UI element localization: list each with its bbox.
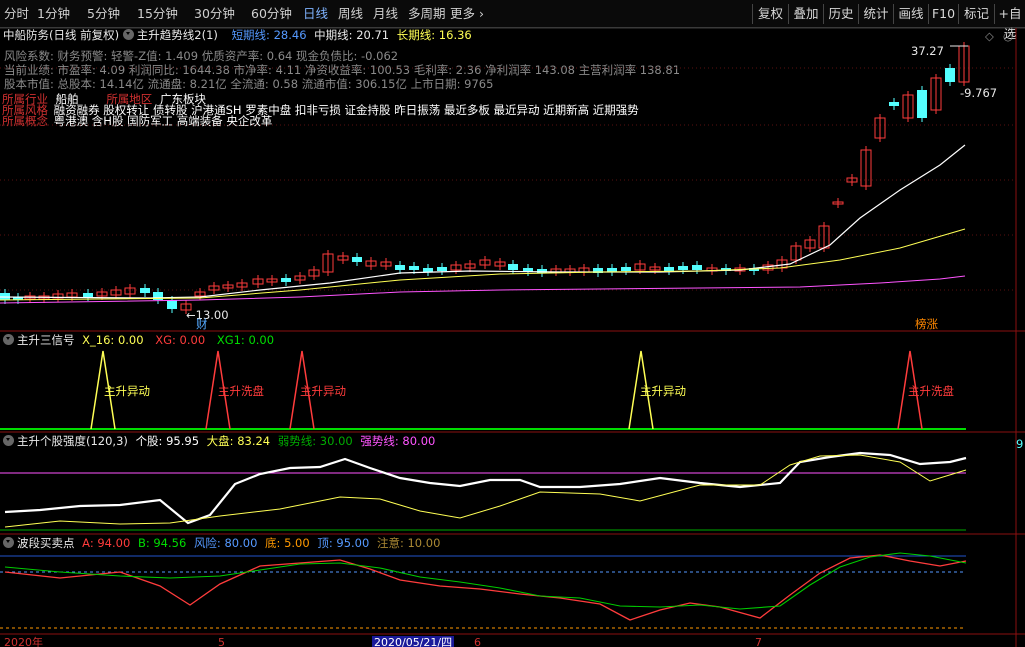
candle-body-20	[281, 278, 291, 282]
candle-body-47	[664, 267, 674, 271]
market-strength-line	[4, 454, 967, 528]
signal-label-3: 主升异动	[300, 384, 346, 398]
edge-value: 9	[1016, 437, 1024, 451]
candle-body-63	[889, 102, 899, 106]
wave-bottom-value: 底: 5.00	[265, 536, 310, 550]
x16-value: X_16: 0.00	[82, 333, 144, 347]
candle-body-31	[437, 267, 447, 271]
candle-body-67	[945, 68, 955, 82]
stock-strength-line	[4, 451, 967, 525]
wave-risk-value: 风险: 80.00	[193, 536, 258, 550]
wave-menu-icon[interactable]	[3, 537, 14, 548]
xg-value: XG: 0.00	[155, 333, 206, 347]
cursor-date-label: 2020/05/21/四	[372, 636, 455, 647]
candle-body-29	[409, 266, 419, 270]
candle-body-25	[352, 257, 362, 262]
high-price-label: 37.27	[911, 44, 944, 58]
signal-label-5: 主升洗盘	[908, 384, 954, 398]
weak-line: 弱势线: 30.00	[277, 434, 353, 448]
time-label-6: 6	[474, 636, 481, 647]
pct-label: -9.767	[960, 86, 998, 100]
signal-label-2: 主升洗盘	[218, 384, 264, 398]
strong-line: 强势线: 80.00	[360, 434, 436, 448]
rank-badge[interactable]: 榜涨	[915, 318, 938, 331]
candle-body-48	[678, 266, 688, 270]
candle-body-6	[83, 293, 93, 297]
wave-panel-header: 波段买卖点 A: 94.00 B: 94.56 风险: 80.00 底: 5.0…	[0, 535, 440, 551]
wave-b-line	[4, 552, 967, 610]
xg1-value: XG1: 0.00	[216, 333, 275, 347]
signal-label-4: 主升异动	[640, 384, 686, 398]
time-label-year: 2020年	[4, 636, 43, 647]
wave-top-value: 顶: 95.00	[317, 536, 370, 550]
candle-body-10	[140, 288, 150, 293]
candle-body-30	[423, 268, 433, 272]
wave-title[interactable]: 波段买卖点	[17, 536, 75, 550]
time-label-7: 7	[755, 636, 762, 647]
signal-label-1: 主升异动	[104, 384, 150, 398]
candle-body-49	[692, 265, 702, 270]
stock-strength: 个股: 95.95	[135, 434, 200, 448]
wave-a-value: A: 94.00	[82, 536, 131, 550]
wave-b-value: B: 94.56	[137, 536, 187, 550]
candle-body-44	[621, 267, 631, 271]
candle-body-28	[395, 265, 405, 270]
time-label-5: 5	[218, 636, 225, 647]
candle-body-36	[508, 264, 518, 270]
strength-menu-icon[interactable]	[3, 435, 14, 446]
finance-badge[interactable]: 财	[196, 318, 208, 331]
signal-title[interactable]: 主升三信号	[17, 333, 75, 347]
strength-title[interactable]: 主升个股强度(120,3)	[17, 434, 128, 448]
candle-body-65	[917, 90, 927, 118]
signal-panel-header: 主升三信号 X_16: 0.00 XG: 0.00 XG1: 0.00	[0, 332, 274, 348]
wave-a-line	[4, 554, 967, 621]
market-strength: 大盘: 83.24	[206, 434, 271, 448]
candle-body-12	[167, 300, 177, 309]
wave-attention-value: 注意: 10.00	[376, 536, 441, 550]
signal-menu-icon[interactable]	[3, 334, 14, 345]
strength-panel-header: 主升个股强度(120,3) 个股: 95.95 大盘: 83.24 弱势线: 3…	[0, 433, 435, 449]
